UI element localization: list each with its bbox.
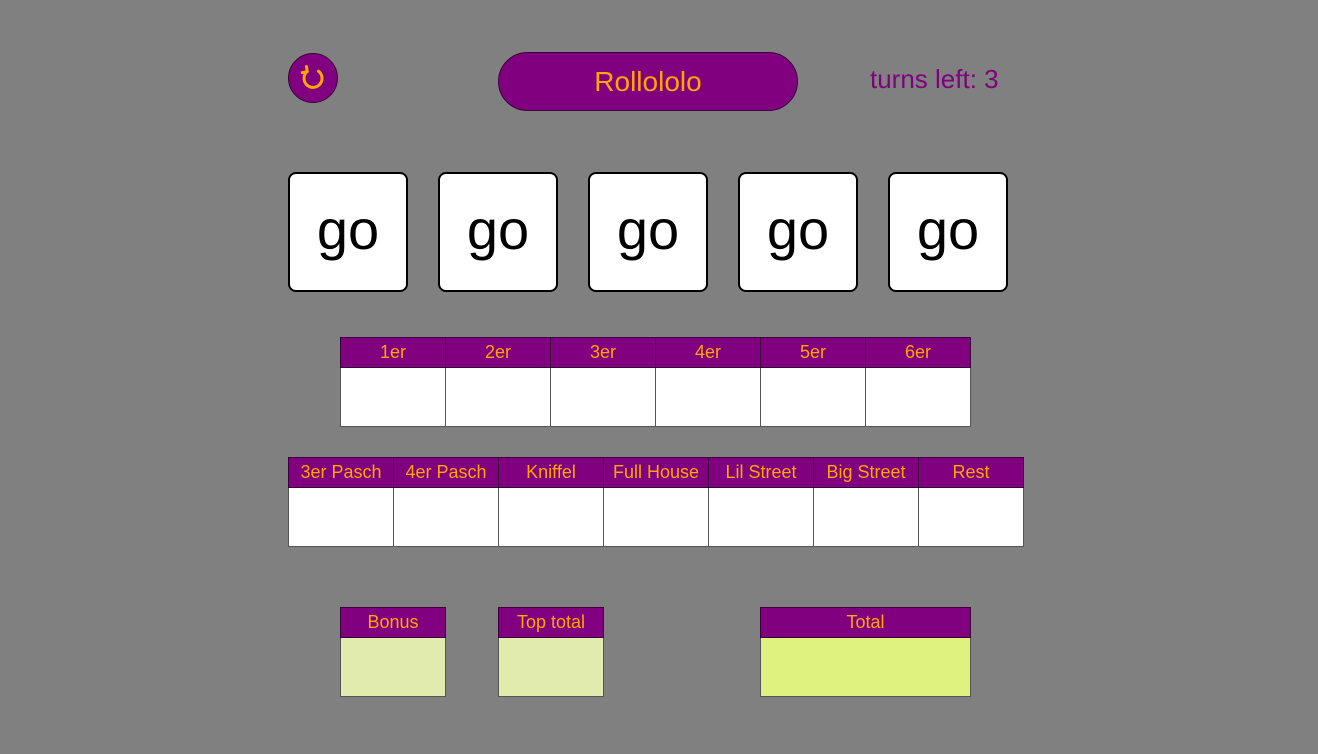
upper-score-table: 1er 2er 3er 4er 5er 6er xyxy=(340,337,971,427)
lower-value-row xyxy=(288,487,1024,547)
col-four-of-a-kind: 4er Pasch xyxy=(393,457,499,488)
score-cell-small-straight[interactable] xyxy=(708,487,814,547)
score-cell-ones[interactable] xyxy=(340,367,446,427)
restart-button[interactable] xyxy=(288,53,338,103)
bonus-value xyxy=(340,637,446,697)
grand-total-table: Total xyxy=(760,607,971,697)
total-label: Total xyxy=(760,607,971,638)
score-cell-twos[interactable] xyxy=(445,367,551,427)
score-cell-threes[interactable] xyxy=(550,367,656,427)
die-3[interactable]: go xyxy=(588,172,708,292)
lower-header-row: 3er Pasch 4er Pasch Kniffel Full House L… xyxy=(288,457,1024,488)
total-value xyxy=(760,637,971,697)
die-5[interactable]: go xyxy=(888,172,1008,292)
col-twos: 2er xyxy=(445,337,551,368)
score-cell-fives[interactable] xyxy=(760,367,866,427)
col-full-house: Full House xyxy=(603,457,709,488)
col-small-straight: Lil Street xyxy=(708,457,814,488)
col-fives: 5er xyxy=(760,337,866,368)
col-sixes: 6er xyxy=(865,337,971,368)
col-fours: 4er xyxy=(655,337,761,368)
bonus-table: Bonus xyxy=(340,607,446,697)
score-cell-sixes[interactable] xyxy=(865,367,971,427)
score-cell-full-house[interactable] xyxy=(603,487,709,547)
top-total-table: Top total xyxy=(498,607,604,697)
game-board: Rollololo turns left: 3 go go go go go 1… xyxy=(0,0,1318,754)
col-large-straight: Big Street xyxy=(813,457,919,488)
game-title: Rollololo xyxy=(498,52,798,111)
die-2[interactable]: go xyxy=(438,172,558,292)
score-cell-large-straight[interactable] xyxy=(813,487,919,547)
lower-score-table: 3er Pasch 4er Pasch Kniffel Full House L… xyxy=(288,457,1024,547)
bonus-label: Bonus xyxy=(340,607,446,638)
score-cell-four-of-a-kind[interactable] xyxy=(393,487,499,547)
top-total-label: Top total xyxy=(498,607,604,638)
turns-left-counter: turns left: 3 xyxy=(870,64,999,94)
score-cell-chance[interactable] xyxy=(918,487,1024,547)
restart-icon xyxy=(300,65,324,89)
upper-value-row xyxy=(340,367,971,427)
col-threes: 3er xyxy=(550,337,656,368)
col-three-of-a-kind: 3er Pasch xyxy=(288,457,394,488)
score-cell-fours[interactable] xyxy=(655,367,761,427)
die-1[interactable]: go xyxy=(288,172,408,292)
col-kniffel: Kniffel xyxy=(498,457,604,488)
score-cell-three-of-a-kind[interactable] xyxy=(288,487,394,547)
score-cell-kniffel[interactable] xyxy=(498,487,604,547)
die-4[interactable]: go xyxy=(738,172,858,292)
col-ones: 1er xyxy=(340,337,446,368)
top-total-value xyxy=(498,637,604,697)
upper-header-row: 1er 2er 3er 4er 5er 6er xyxy=(340,337,971,368)
col-chance: Rest xyxy=(918,457,1024,488)
